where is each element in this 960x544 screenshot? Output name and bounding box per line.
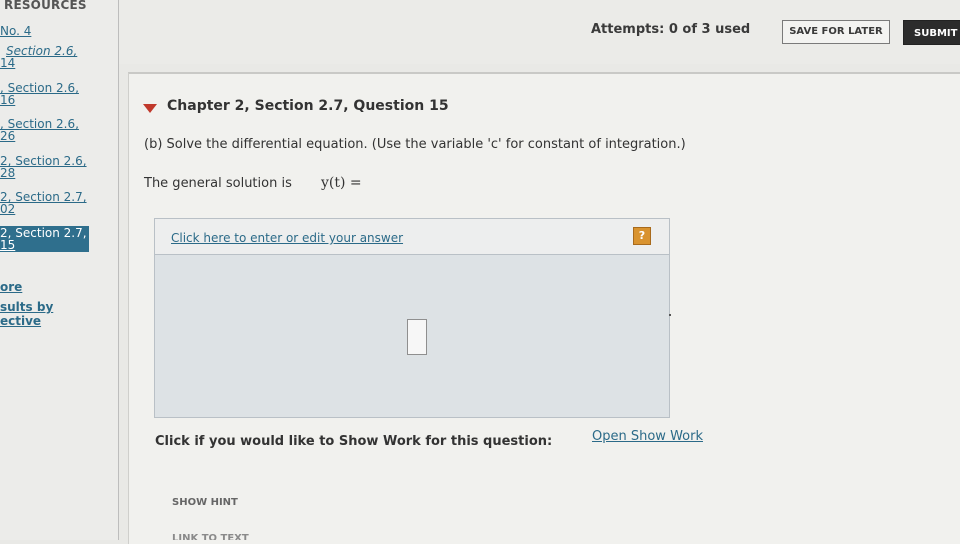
sidebar-title: RESOURCES — [4, 0, 87, 12]
submit-button[interactable]: SUBMIT — [903, 20, 960, 45]
sidebar-item-section-2-7-02[interactable]: 2, Section 2.7, 02 — [0, 191, 87, 215]
answer-input-slot[interactable] — [407, 319, 427, 355]
sidebar-item-no4[interactable]: No. 4 — [0, 25, 31, 37]
sidebar-results-link[interactable]: sults by ective — [0, 300, 53, 328]
answer-box[interactable]: Click here to enter or edit your answer … — [154, 218, 670, 418]
show-work-label: Click if you would like to Show Work for… — [155, 434, 553, 449]
general-solution-text: The general solution is — [144, 176, 292, 191]
link-to-text-button[interactable]: LINK TO TEXT — [172, 533, 262, 540]
sidebar-item-section-2-7-15-active[interactable]: 2, Section 2.7, 15 — [0, 226, 89, 252]
open-show-work-link[interactable]: Open Show Work — [592, 429, 703, 444]
show-hint-button[interactable]: SHOW HINT — [172, 497, 238, 508]
sidebar-item-label: No. 4 — [0, 24, 32, 38]
question-title: Chapter 2, Section 2.7, Question 15 — [167, 98, 449, 114]
sidebar-results-line2: ective — [0, 314, 42, 328]
sidebar-item-section-2-6-26[interactable]: , Section 2.6, 26 — [0, 118, 79, 142]
stray-dot — [669, 314, 671, 316]
sidebar-results-line1: sults by — [0, 300, 54, 314]
save-for-later-button[interactable]: SAVE FOR LATER — [782, 20, 890, 44]
sidebar-item-number: 02 — [0, 202, 16, 216]
help-icon[interactable]: ? — [633, 227, 651, 245]
sidebar-item-number: 26 — [0, 129, 16, 143]
sidebar-more-link[interactable]: ore — [0, 280, 22, 294]
sidebar-item-number: 28 — [0, 166, 16, 180]
sidebar-item-section-2-6-16[interactable]: , Section 2.6, 16 — [0, 82, 79, 106]
general-solution-variable: y(t) = — [321, 175, 362, 191]
question-instruction: (b) Solve the differential equation. (Us… — [144, 137, 686, 152]
sidebar-item-number: 14 — [0, 56, 16, 70]
edit-answer-link[interactable]: Click here to enter or edit your answer — [171, 231, 403, 245]
sidebar-item-number: 16 — [0, 93, 16, 107]
sidebar-item-section-2-6-14[interactable]: Section 2.6, 14 — [0, 45, 77, 69]
attempts-counter: Attempts: 0 of 3 used — [591, 22, 751, 37]
sidebar-item-section-2-6-28[interactable]: 2, Section 2.6, 28 — [0, 155, 87, 179]
sidebar-item-number: 15 — [0, 238, 16, 252]
resources-sidebar: RESOURCES No. 4 Section 2.6, 14 , Sectio… — [0, 0, 119, 540]
answer-box-header: Click here to enter or edit your answer … — [155, 219, 669, 255]
collapse-triangle-icon[interactable] — [143, 104, 157, 113]
